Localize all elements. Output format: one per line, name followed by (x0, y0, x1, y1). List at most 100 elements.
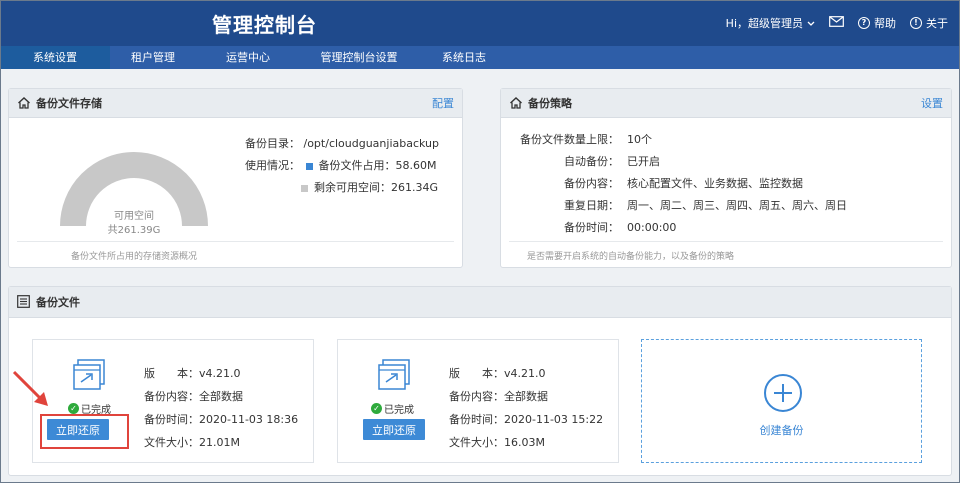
free-row: 剩余可用空间：261.34G (301, 179, 438, 195)
policy-row-label: 备份时间： (564, 221, 619, 234)
plus-circle-icon (764, 374, 802, 412)
nav-item-tenant-management[interactable]: 租户管理 (110, 46, 196, 69)
help-button[interactable]: ? 帮助 (858, 15, 896, 31)
policy-settings-link[interactable]: 设置 (921, 95, 943, 111)
policy-row-label: 备份内容： (564, 177, 619, 190)
backup-details: 版 本：v4.21.0 备份内容：全部数据 备份时间：2020-11-03 15… (449, 362, 603, 454)
user-menu[interactable]: Hi，超级管理员 (726, 15, 815, 31)
backup-time: 2020-11-03 18:36 (199, 413, 299, 426)
backup-size-row: 文件大小：16.03M (449, 431, 603, 454)
gauge-label: 可用空间 (114, 211, 154, 222)
backup-content-row: 备份内容：全部数据 (144, 385, 298, 408)
used-legend-swatch (305, 162, 313, 170)
annotation-arrow-icon (12, 370, 48, 406)
mail-icon (829, 16, 844, 30)
restore-highlight-box (40, 414, 129, 449)
backup-details: 版 本：v4.21.0 备份内容：全部数据 备份时间：2020-11-03 18… (144, 362, 298, 454)
policy-row: 重复日期： 周一、周二、周三、周四、周五、周六、周日 (515, 195, 847, 217)
policy-panel: 备份策略 设置 备份文件数量上限： 10个 自动备份： 已开启 备份内容： 核心配置文… (500, 88, 952, 268)
storage-note: 备份文件所占用的存储资源概况 (71, 252, 198, 262)
restore-button[interactable]: 立即还原 (363, 419, 425, 440)
usage-row: 使用情况： 备份文件占用：58.60M (245, 157, 436, 173)
about-label: 关于 (926, 17, 948, 30)
nav-item-system-settings[interactable]: 系统设置 (0, 46, 110, 69)
policy-panel-header: 备份策略 设置 (501, 89, 951, 118)
nav-item-console-settings[interactable]: 管理控制台设置 (300, 46, 418, 69)
policy-panel-title: 备份策略 (528, 97, 572, 110)
storage-config-link[interactable]: 配置 (432, 95, 454, 111)
info-icon: ! (910, 17, 922, 29)
policy-divider (509, 241, 943, 242)
storage-divider (17, 241, 454, 242)
backup-version-row: 版 本：v4.21.0 (449, 362, 603, 385)
backup-size-label: 文件大小： (144, 436, 199, 449)
backup-time: 2020-11-03 15:22 (504, 413, 604, 426)
backup-time-label: 备份时间： (449, 413, 504, 426)
backup-dir-label: 备份目录： (245, 137, 300, 150)
backup-files-header: 备份文件 (9, 287, 951, 318)
backup-files-title: 备份文件 (36, 296, 80, 309)
backup-content: 全部数据 (504, 390, 548, 403)
policy-row-label: 重复日期： (564, 199, 619, 212)
backup-content-label: 备份内容： (449, 390, 504, 403)
gauge-total: 共261.39G (107, 225, 161, 236)
usage-label: 使用情况： (245, 159, 300, 172)
app-title: 管理控制台 (212, 13, 317, 37)
backup-time-row: 备份时间：2020-11-03 18:36 (144, 408, 298, 431)
nav-item-system-logs[interactable]: 系统日志 (418, 46, 510, 69)
backup-file-icon (73, 359, 105, 390)
user-greeting: Hi，超级管理员 (725, 17, 803, 30)
free-legend-swatch (301, 184, 308, 192)
home-icon (17, 96, 31, 110)
policy-row-label: 备份文件数量上限： (520, 133, 619, 146)
policy-row: 备份文件数量上限： 10个 (515, 129, 847, 151)
backup-version: v4.21.0 (199, 367, 241, 380)
list-icon (17, 295, 31, 309)
about-button[interactable]: ! 关于 (910, 15, 948, 31)
backup-status-text: 已完成 (384, 405, 414, 416)
backup-file-icon (378, 359, 410, 390)
storage-panel: 备份文件存储 配置 可用空间 共261.39G 备份目录： /opt/cloud… (8, 88, 463, 268)
policy-row: 备份内容： 核心配置文件、业务数据、监控数据 (515, 173, 847, 195)
create-backup-label: 创建备份 (759, 424, 804, 437)
nav-item-operations-center[interactable]: 运营中心 (196, 46, 300, 69)
backup-size-row: 文件大小：21.01M (144, 431, 298, 454)
policy-row-value: 10个 (627, 133, 652, 146)
top-header: 管理控制台 Hi，超级管理员 ? 帮助 ! 关于 (0, 0, 960, 46)
backup-status: ✓ 已完成 (371, 401, 414, 416)
check-circle-icon: ✓ (371, 403, 382, 414)
backup-version: v4.21.0 (504, 367, 546, 380)
policy-row: 备份时间： 00:00:00 (515, 217, 847, 239)
policy-row-value: 00:00:00 (627, 221, 677, 234)
policy-row: 自动备份： 已开启 (515, 151, 847, 173)
create-backup-card[interactable]: 创建备份 (641, 339, 922, 463)
backup-size: 16.03M (504, 436, 545, 449)
policy-row-value: 已开启 (627, 155, 660, 168)
policy-row-value: 周一、周二、周三、周四、周五、周六、周日 (627, 199, 847, 212)
backup-content: 全部数据 (199, 390, 243, 403)
backup-size-label: 文件大小： (449, 436, 504, 449)
backup-version-label: 版 本： (144, 367, 199, 380)
free-label: 剩余可用空间： (314, 181, 391, 194)
backup-version-label: 版 本： (449, 367, 504, 380)
backup-version-row: 版 本：v4.21.0 (144, 362, 298, 385)
backup-time-row: 备份时间：2020-11-03 15:22 (449, 408, 603, 431)
policy-row-label: 自动备份： (564, 155, 619, 168)
backup-card: ✓ 已完成 立即还原 版 本：v4.21.0 备份内容：全部数据 备份时间：20… (337, 339, 619, 463)
backup-content-label: 备份内容： (144, 390, 199, 403)
gauge-caption: 可用空间 共261.39G (59, 210, 209, 238)
mail-button[interactable] (829, 16, 844, 30)
policy-note: 是否需要开启系统的自动备份能力，以及备份的策略 (527, 252, 735, 262)
free-value: 261.34G (391, 181, 439, 194)
question-icon: ? (858, 17, 870, 29)
used-label: 备份文件占用： (318, 159, 396, 172)
chevron-down-icon (807, 17, 815, 30)
header-actions: Hi，超级管理员 ? 帮助 ! 关于 (726, 15, 948, 31)
policy-row-value: 核心配置文件、业务数据、监控数据 (627, 177, 803, 190)
backup-dir-value: /opt/cloudguanjiabackup (303, 137, 440, 150)
backup-dir-row: 备份目录： /opt/cloudguanjiabackup (245, 135, 439, 151)
main-nav: 系统设置 租户管理 运营中心 管理控制台设置 系统日志 (0, 46, 960, 69)
policy-rows: 备份文件数量上限： 10个 自动备份： 已开启 备份内容： 核心配置文件、业务数据、监… (515, 129, 847, 239)
used-value: 58.60M (395, 159, 437, 172)
backup-size: 21.01M (199, 436, 240, 449)
